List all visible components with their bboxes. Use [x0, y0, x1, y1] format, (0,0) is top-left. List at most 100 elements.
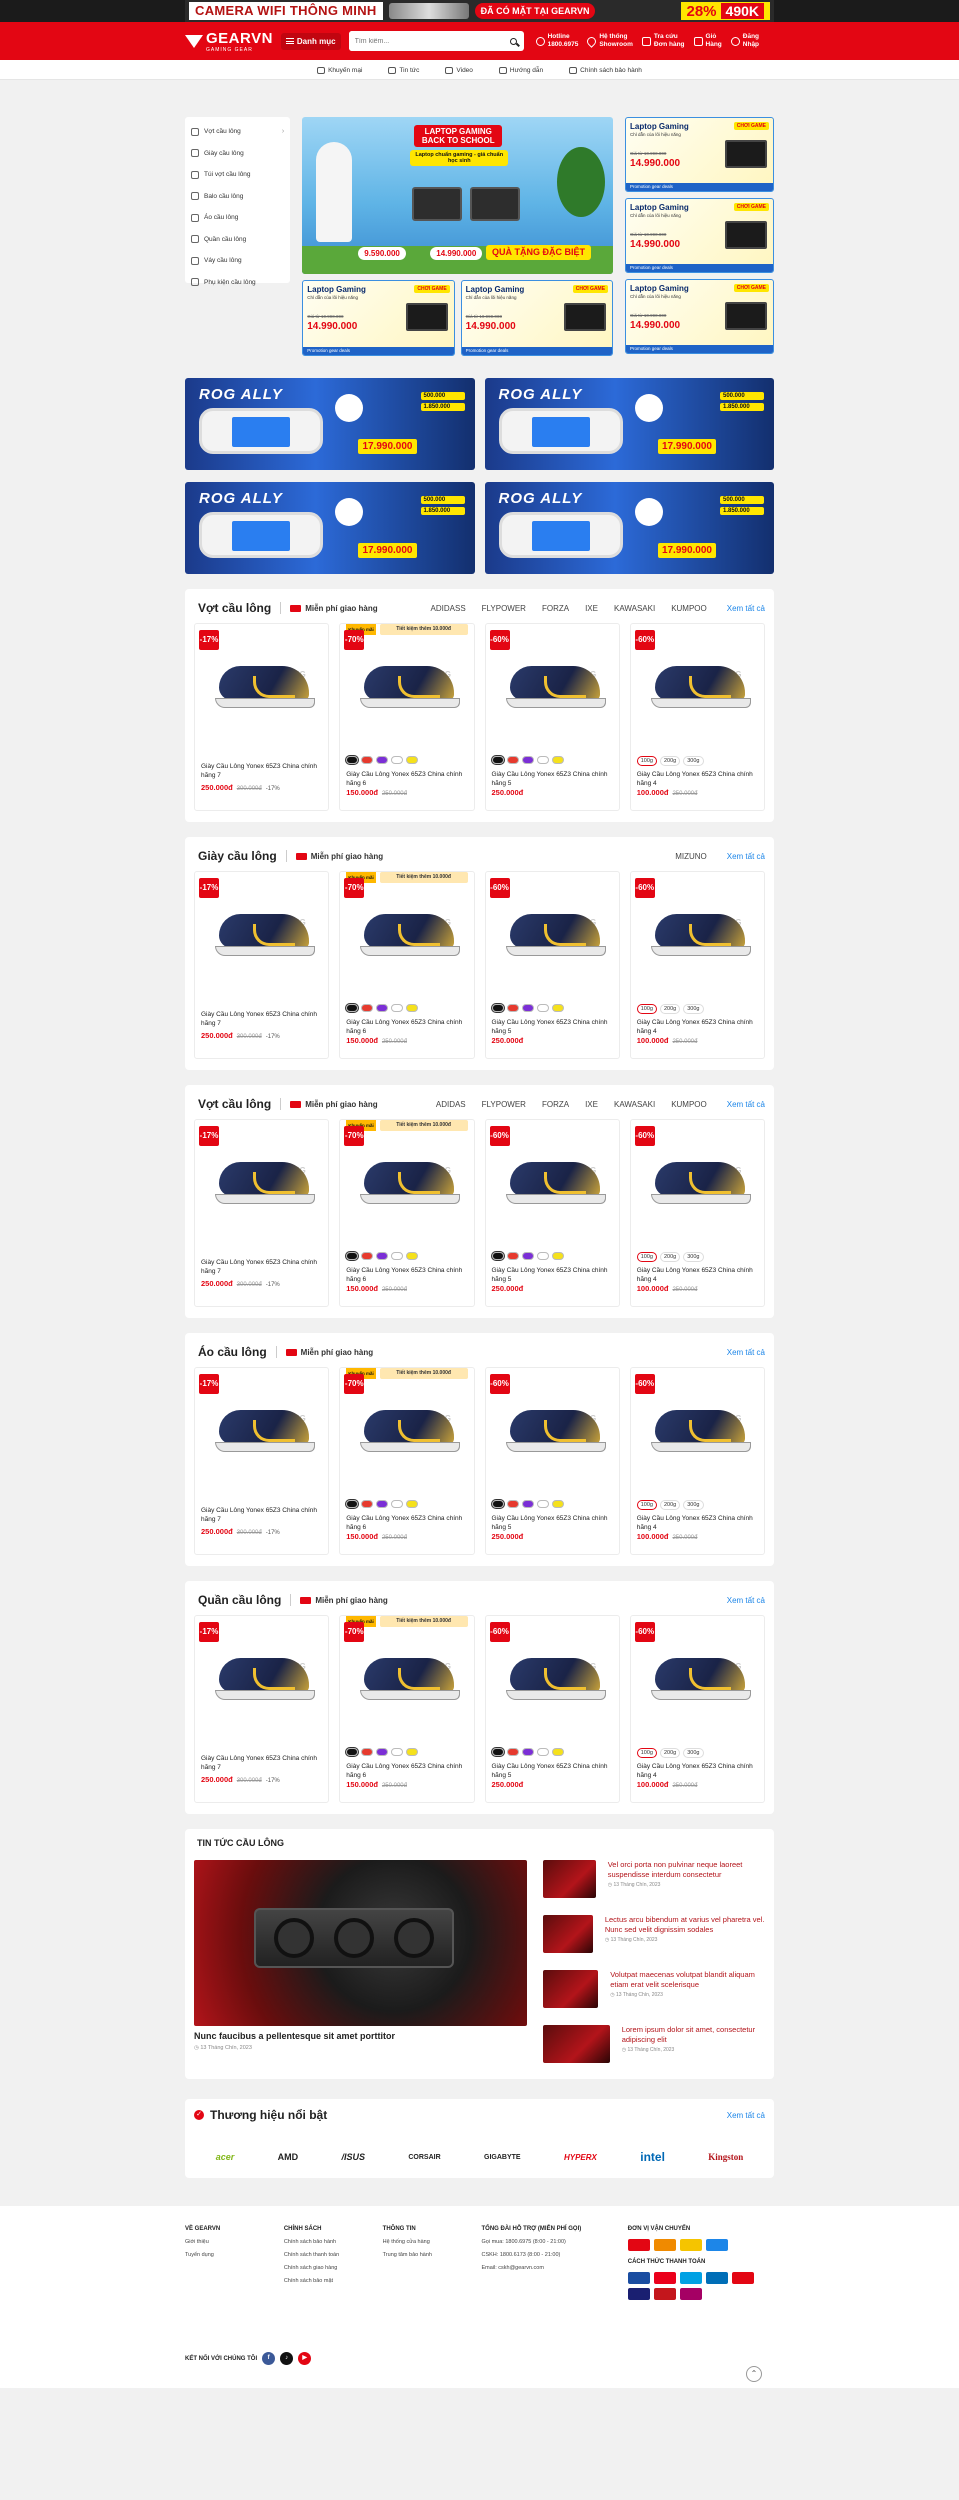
- featured-news[interactable]: Nunc faucibus a pellentesque sit amet po…: [194, 1860, 527, 2070]
- footer-link[interactable]: Chính sách giao hàng: [284, 2265, 383, 2271]
- color-swatch[interactable]: [345, 755, 360, 765]
- product-name[interactable]: Giày Cầu Lông Yonex 65Z3 China chính hãn…: [637, 1266, 758, 1284]
- product-image[interactable]: CẦU LÔNG: [504, 1396, 610, 1454]
- product-image[interactable]: CẦU LÔNG: [213, 900, 319, 958]
- product-name[interactable]: Giày Cầu Lông Yonex 65Z3 China chính hãn…: [201, 762, 322, 780]
- product-name[interactable]: Giày Cầu Lông Yonex 65Z3 China chính hãn…: [492, 1266, 613, 1284]
- footer-link[interactable]: Chính sách thanh toán: [284, 2252, 383, 2258]
- product-card[interactable]: -60% CẦU LÔNG Giày Cầu Lông Yonex 65Z3 C…: [484, 871, 620, 1059]
- color-swatch[interactable]: [406, 1500, 419, 1508]
- brand-filter-link[interactable]: FORZA: [542, 604, 569, 613]
- product-image[interactable]: CẦU LÔNG: [649, 652, 755, 710]
- brands-view-all-link[interactable]: Xem tất cả: [727, 2111, 765, 2120]
- subnav-news[interactable]: Tin tức: [388, 66, 419, 74]
- view-all-link[interactable]: Xem tất cả: [727, 1596, 765, 1605]
- product-card[interactable]: -60% CẦU LÔNG 100g200g300g Giày Cầu Lông…: [629, 623, 765, 811]
- view-all-link[interactable]: Xem tất cả: [727, 1100, 765, 1109]
- product-image[interactable]: CẦU LÔNG: [213, 1644, 319, 1702]
- color-swatch[interactable]: [506, 756, 519, 764]
- color-swatch[interactable]: [490, 1003, 505, 1013]
- site-logo[interactable]: GEARVN GAMING GEAR: [185, 30, 273, 53]
- sidebar-item-backpack[interactable]: Balo cầu lông: [185, 186, 290, 208]
- weight-option[interactable]: 300g: [683, 756, 704, 766]
- search-button[interactable]: [504, 31, 524, 51]
- news-item[interactable]: Lectus arcu bibendum at varius vel phare…: [543, 1915, 765, 1960]
- brand-filter-link[interactable]: IXE: [585, 1100, 598, 1109]
- rog-ally-banner[interactable]: ROG ALLY 17.990.000 500.000 1.850.000: [484, 378, 774, 470]
- view-all-link[interactable]: Xem tất cả: [727, 604, 765, 613]
- color-swatch[interactable]: [551, 1252, 564, 1260]
- color-swatch[interactable]: [345, 1499, 360, 1509]
- subnav-promotions[interactable]: Khuyến mại: [317, 66, 362, 74]
- brand-filter-link[interactable]: KAWASAKI: [614, 1100, 655, 1109]
- brand-filter-link[interactable]: FLYPOWER: [482, 604, 526, 613]
- color-swatch[interactable]: [391, 1004, 404, 1012]
- product-card[interactable]: -60% CẦU LÔNG Giày Cầu Lông Yonex 65Z3 C…: [484, 623, 620, 811]
- weight-option[interactable]: 200g: [660, 1500, 681, 1510]
- color-swatch[interactable]: [506, 1252, 519, 1260]
- footer-link[interactable]: Chính sách bảo mật: [284, 2278, 383, 2284]
- color-swatch[interactable]: [361, 1500, 374, 1508]
- laptop-promo-card[interactable]: Laptop Gaming Chỉ dẫn của lõi hiệu năng CH…: [302, 280, 455, 356]
- product-name[interactable]: Giày Cầu Lông Yonex 65Z3 China chính hãn…: [492, 1762, 613, 1780]
- brand-logo-intel[interactable]: intel: [640, 2150, 665, 2164]
- product-card[interactable]: -60% CẦU LÔNG 100g200g300g Giày Cầu Lông…: [629, 1367, 765, 1555]
- product-name[interactable]: Giày Cầu Lông Yonex 65Z3 China chính hãn…: [492, 1018, 613, 1036]
- product-card[interactable]: -60% CẦU LÔNG Giày Cầu Lông Yonex 65Z3 C…: [484, 1615, 620, 1803]
- weight-option[interactable]: 300g: [683, 1500, 704, 1510]
- color-swatch[interactable]: [521, 1252, 534, 1260]
- showroom-link[interactable]: Hệ thống Showroom: [585, 33, 633, 49]
- product-name[interactable]: Giày Cầu Lông Yonex 65Z3 China chính hãn…: [637, 770, 758, 788]
- color-swatch[interactable]: [391, 1500, 404, 1508]
- brand-filter-link[interactable]: FORZA: [542, 1100, 569, 1109]
- color-swatch[interactable]: [536, 1748, 549, 1756]
- weight-option[interactable]: 100g: [636, 1252, 657, 1262]
- color-swatch[interactable]: [521, 1500, 534, 1508]
- color-swatch[interactable]: [406, 1004, 419, 1012]
- color-swatch[interactable]: [361, 1748, 374, 1756]
- sidebar-item-skirt[interactable]: Váy cầu lông: [185, 250, 290, 272]
- product-name[interactable]: Giày Cầu Lông Yonex 65Z3 China chính hãn…: [201, 1506, 322, 1524]
- color-swatch[interactable]: [406, 1252, 419, 1260]
- product-image[interactable]: CẦU LÔNG: [504, 1644, 610, 1702]
- color-swatch[interactable]: [490, 755, 505, 765]
- color-swatch[interactable]: [391, 1252, 404, 1260]
- footer-link[interactable]: Hệ thống cửa hàng: [383, 2239, 482, 2245]
- color-swatch[interactable]: [361, 1004, 374, 1012]
- hero-main-banner[interactable]: LAPTOP GAMING BACK TO SCHOOL Laptop chuẩ…: [302, 117, 614, 274]
- brand-filter-link[interactable]: KUMPOO: [671, 604, 707, 613]
- weight-option[interactable]: 200g: [660, 1252, 681, 1262]
- footer-link[interactable]: Chính sách bảo hành: [284, 2239, 383, 2245]
- color-swatch[interactable]: [376, 1004, 389, 1012]
- color-swatch[interactable]: [521, 1004, 534, 1012]
- product-image[interactable]: CẦU LÔNG: [649, 1148, 755, 1206]
- section-title[interactable]: Áo cầu lông: [198, 1345, 267, 1359]
- product-card[interactable]: Khuyến mãiTiết kiệm thêm 10.000đ -70% CẦ…: [339, 1367, 475, 1555]
- color-swatch[interactable]: [376, 756, 389, 764]
- brand-filter-link[interactable]: KAWASAKI: [614, 604, 655, 613]
- brand-filter-link[interactable]: ADIDASS: [431, 604, 466, 613]
- color-swatch[interactable]: [376, 1748, 389, 1756]
- brand-logo-gigabyte[interactable]: GIGABYTE: [484, 2154, 521, 2161]
- product-image[interactable]: CẦU LÔNG: [649, 1644, 755, 1702]
- product-card[interactable]: -17% CẦU LÔNG Giày Cầu Lông Yonex 65Z3 C…: [194, 1119, 330, 1307]
- product-card[interactable]: -17% CẦU LÔNG Giày Cầu Lông Yonex 65Z3 C…: [194, 871, 330, 1059]
- news-title[interactable]: Lorem ipsum dolor sit amet, consectetur …: [622, 2025, 765, 2045]
- weight-option[interactable]: 300g: [683, 1252, 704, 1262]
- color-swatch[interactable]: [490, 1747, 505, 1757]
- product-name[interactable]: Giày Cầu Lông Yonex 65Z3 China chính hãn…: [201, 1258, 322, 1276]
- color-swatch[interactable]: [361, 1252, 374, 1260]
- footer-link[interactable]: Trung tâm bảo hành: [383, 2252, 482, 2258]
- product-image[interactable]: CẦU LÔNG: [358, 1644, 464, 1702]
- rog-ally-banner[interactable]: ROG ALLY 17.990.000 500.000 1.850.000: [185, 482, 475, 574]
- color-swatch[interactable]: [551, 756, 564, 764]
- color-swatch[interactable]: [376, 1252, 389, 1260]
- weight-option[interactable]: 300g: [683, 1004, 704, 1014]
- sidebar-item-shirt[interactable]: Áo cầu lông: [185, 207, 290, 229]
- product-card[interactable]: -17% CẦU LÔNG Giày Cầu Lông Yonex 65Z3 C…: [194, 623, 330, 811]
- laptop-promo-card[interactable]: Laptop Gaming Chỉ dẫn của lõi hiệu năng CH…: [625, 198, 774, 273]
- brand-logo-corsair[interactable]: CORSAIR: [408, 2154, 440, 2161]
- product-name[interactable]: Giày Cầu Lông Yonex 65Z3 China chính hãn…: [492, 1514, 613, 1532]
- section-title[interactable]: Vợt cầu lông: [198, 601, 271, 615]
- product-name[interactable]: Giày Cầu Lông Yonex 65Z3 China chính hãn…: [201, 1010, 322, 1028]
